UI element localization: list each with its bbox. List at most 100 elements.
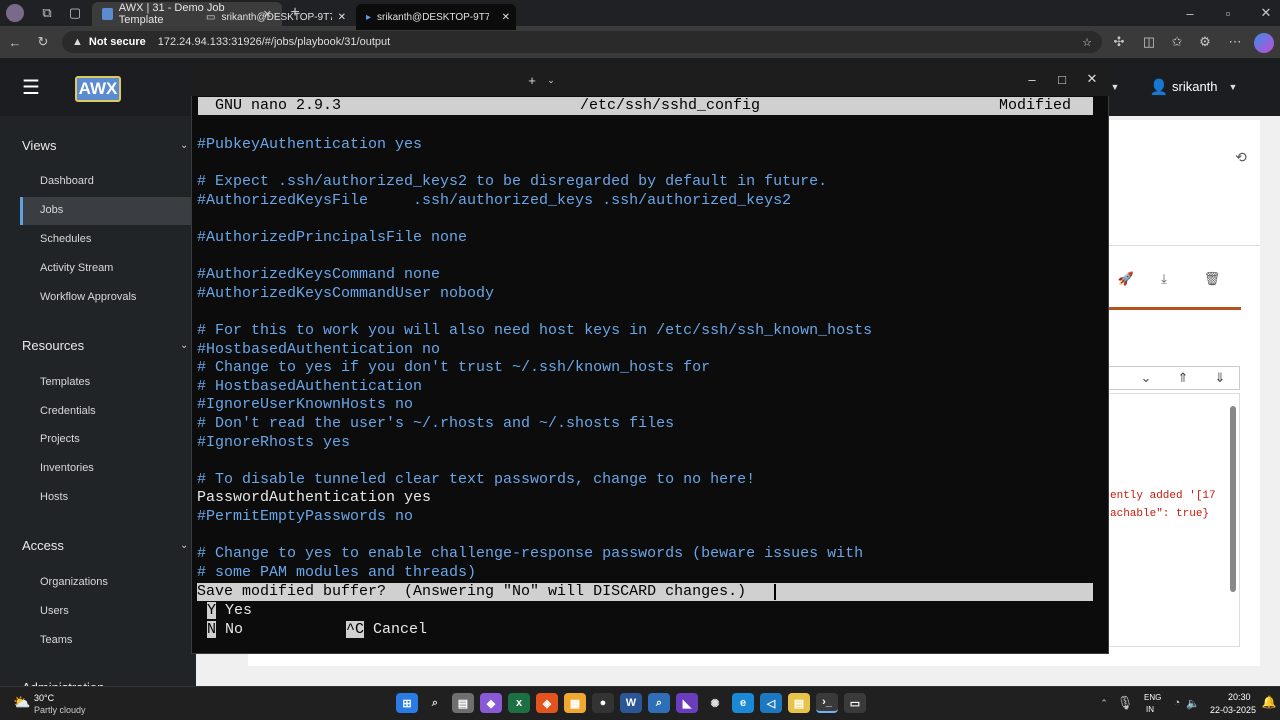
terminal-taskbar-icon[interactable]: ›_ [816, 693, 838, 713]
weather-desc[interactable]: Partly cloudy [34, 705, 86, 715]
favorite-star-icon[interactable]: ☆ [1082, 36, 1092, 49]
sidebar-item-schedules[interactable]: Schedules [40, 233, 91, 245]
close-tab-icon[interactable]: ✕ [338, 12, 346, 23]
nav-group-resources[interactable]: Resources [22, 338, 84, 353]
volume-icon[interactable]: 🔈 [1186, 696, 1200, 710]
option-label: Yes [225, 602, 253, 619]
chevron-down-icon[interactable]: ⌄ [180, 140, 188, 151]
edge-icon[interactable]: e [732, 693, 754, 713]
address-bar[interactable]: ▲ Not secure 172.24.94.133:31926/#/jobs/… [62, 31, 1102, 53]
close-tab-icon[interactable]: ✕ [502, 12, 510, 23]
card-top-area [1108, 120, 1260, 220]
close-window-icon[interactable]: ✕ [1256, 4, 1276, 22]
sidebar-item-organizations[interactable]: Organizations [40, 576, 108, 588]
config-line: # Change to yes if you don't trust ~/.ss… [197, 359, 711, 377]
double-chevron-down-icon[interactable]: ⇓ [1212, 370, 1228, 386]
clock-date[interactable]: 22-03-2025 [1210, 705, 1256, 715]
user-icon: 👤 [1149, 79, 1169, 96]
wifi-icon[interactable]: ◔ [1170, 696, 1184, 710]
config-line: #AuthorizedKeysFile .ssh/authorized_keys… [197, 191, 792, 209]
user-caret-icon[interactable]: ▼ [1226, 80, 1240, 94]
help-caret-icon[interactable]: ▼ [1108, 78, 1122, 96]
terminal-taskbar-icon-2[interactable]: ▭ [844, 693, 866, 713]
terminal-tab-2-active[interactable]: ▸ srikanth@DESKTOP-9T74I ✕ [356, 4, 516, 30]
favorites-icon[interactable]: ✩ [1168, 33, 1186, 51]
visual-studio-icon[interactable]: ◣ [676, 693, 698, 713]
delete-icon[interactable]: 🗑 [1204, 271, 1221, 287]
split-screen-icon[interactable]: ◫ [1140, 33, 1158, 51]
back-icon[interactable]: ← [6, 33, 24, 51]
output-scrollbar[interactable] [1230, 406, 1236, 592]
close-window-icon[interactable]: ✕ [1084, 71, 1100, 86]
terminal-tab-1[interactable]: ▭ srikanth@DESKTOP-9T74N ✕ [196, 4, 352, 30]
nav-group-views[interactable]: Views [22, 138, 56, 153]
config-line: # To disable tunneled clear text passwor… [197, 470, 756, 488]
zoomit-icon[interactable]: ⌕ [648, 693, 670, 713]
maximize-window-icon[interactable]: □ [1054, 72, 1070, 87]
user-menu-label[interactable]: srikanth [1172, 79, 1218, 94]
weather-temp[interactable]: 30°C [34, 693, 54, 703]
brave-icon[interactable]: ◈ [536, 693, 558, 713]
extensions-icon[interactable]: ✣ [1110, 33, 1128, 51]
copilot-icon[interactable] [1254, 33, 1274, 53]
sidebar-item-hosts[interactable]: Hosts [40, 491, 68, 503]
reload-icon[interactable]: ↻ [34, 33, 52, 51]
search-icon[interactable]: ⌕ [424, 693, 446, 713]
chevron-down-icon[interactable]: ⌄ [180, 340, 188, 351]
nav-group-administration[interactable]: Administration [22, 679, 104, 686]
vscode-icon[interactable]: ◁ [760, 693, 782, 713]
config-line: # HostbasedAuthentication [197, 377, 423, 395]
minimize-window-icon[interactable]: – [1024, 72, 1040, 87]
profile-avatar[interactable] [6, 4, 24, 22]
word-icon[interactable]: W [620, 693, 642, 713]
clock-time[interactable]: 20:30 [1228, 692, 1251, 702]
sidebar-item-teams[interactable]: Teams [40, 634, 72, 646]
more-options-icon[interactable]: ⋯ [1226, 33, 1244, 51]
sidebar-item-projects[interactable]: Projects [40, 433, 80, 445]
nano-option-cancel[interactable]: ^C Cancel [346, 620, 427, 639]
double-chevron-up-icon[interactable]: ⇑ [1175, 370, 1191, 386]
awx-logo[interactable]: AWX [75, 76, 121, 102]
notepad-icon[interactable]: ▤ [788, 693, 810, 713]
excel-icon[interactable]: x [508, 693, 530, 713]
sidebar-item-credentials[interactable]: Credentials [40, 405, 96, 417]
nano-option-yes[interactable]: Y Yes [197, 601, 252, 620]
nano-option-no[interactable]: N No [197, 620, 243, 639]
language-code[interactable]: ENG [1144, 693, 1161, 702]
progress-bar [1108, 307, 1241, 310]
sidebar-item-workflow-approvals[interactable]: Workflow Approvals [40, 291, 136, 303]
minimize-window-icon[interactable]: – [1180, 4, 1200, 22]
relaunch-rocket-icon[interactable]: 🚀 [1118, 271, 1134, 287]
app-icon[interactable]: ▦ [564, 693, 586, 713]
chatgpt-icon[interactable]: ✺ [704, 693, 726, 713]
notification-bell-icon[interactable]: 🔔 [1262, 694, 1277, 710]
github-icon[interactable]: ● [592, 693, 614, 713]
hamburger-menu-icon[interactable]: ☰ [20, 76, 42, 99]
start-icon[interactable]: ⊞ [396, 693, 418, 713]
download-icon[interactable]: ⤓ [1156, 271, 1172, 287]
option-key: ^C [346, 621, 365, 638]
config-line: #AuthorizedKeysCommand none [197, 266, 441, 284]
tab-dropdown-icon[interactable]: ⌄ [544, 72, 558, 88]
sidebar-item-templates[interactable]: Templates [40, 376, 90, 388]
workspaces-icon[interactable]: ⧉ [38, 4, 56, 22]
sidebar-item-inventories[interactable]: Inventories [40, 462, 94, 474]
microphone-icon[interactable]: 🎙 [1117, 695, 1134, 711]
copilot-taskbar-icon[interactable]: ◆ [480, 693, 502, 713]
new-terminal-tab-button[interactable]: + [524, 72, 540, 88]
history-icon[interactable]: ⟲ [1232, 148, 1250, 166]
nav-group-access[interactable]: Access [22, 538, 64, 553]
chevron-down-icon[interactable]: ⌄ [1138, 370, 1154, 386]
tray-expand-icon[interactable]: ⌃ [1098, 696, 1110, 710]
file-explorer-icon[interactable]: ▤ [452, 693, 474, 713]
sidebar-item-activity-stream[interactable]: Activity Stream [40, 262, 113, 274]
chevron-down-icon[interactable]: ⌄ [180, 540, 188, 551]
sidebar-item-users[interactable]: Users [40, 605, 69, 617]
sidebar-item-dashboard[interactable]: Dashboard [40, 175, 94, 187]
maximize-window-icon[interactable]: ▫ [1218, 4, 1238, 22]
language-region[interactable]: IN [1146, 705, 1154, 714]
tab-actions-icon[interactable]: ▢ [66, 4, 84, 22]
collections-icon[interactable]: ⚙ [1196, 33, 1214, 51]
weather-icon[interactable]: ⛅ [12, 692, 32, 712]
sidebar-item-jobs[interactable]: Jobs [40, 204, 63, 216]
